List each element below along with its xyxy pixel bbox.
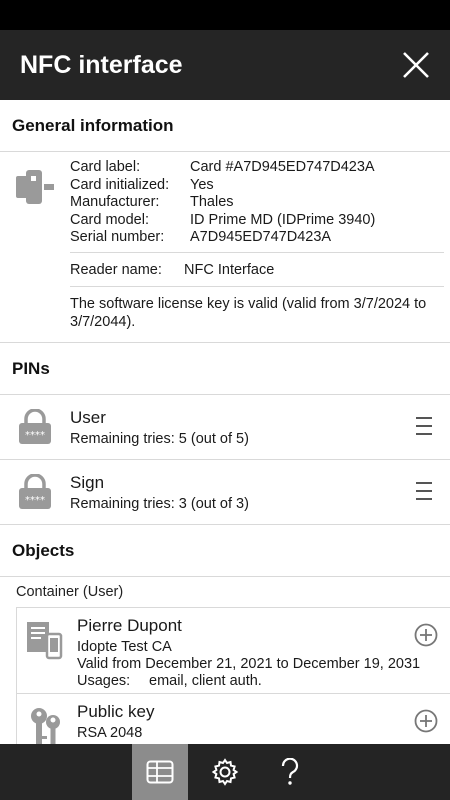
divider [70, 252, 444, 253]
info-value: ID Prime MD (IDPrime 3940) [190, 211, 376, 228]
section-title-pins: PINs [0, 343, 450, 395]
pin-name: Sign [70, 473, 105, 492]
pin-tries: Remaining tries: 3 (out of 3) [70, 496, 249, 512]
usages-key: Usages: [77, 673, 131, 689]
info-row: Serial number: A7D945ED747D423A [70, 229, 375, 247]
info-key: Card model: [70, 211, 149, 228]
object-item-certificate[interactable]: Pierre Dupont Idopte Test CA Valid from … [16, 607, 450, 694]
app-bar: NFC interface [0, 30, 450, 100]
card-reader-icon [16, 170, 54, 204]
svg-text:****: **** [25, 430, 45, 441]
object-name: Public key [77, 702, 155, 721]
general-info-panel: Card label: Card #A7D945ED747D423A Card … [0, 152, 450, 343]
reader-key: Reader name: [70, 262, 162, 278]
object-name: Pierre Dupont [77, 616, 182, 635]
object-issuer: Idopte Test CA [77, 639, 172, 655]
menu-icon[interactable] [416, 417, 434, 437]
nav-help-button[interactable] [262, 744, 318, 800]
lock-icon: **** [19, 474, 51, 509]
certificate-icon [27, 622, 63, 660]
reader-value: NFC Interface [184, 262, 275, 278]
bottom-navigation [0, 744, 450, 800]
object-validity: Valid from December 21, 2021 to December… [77, 656, 421, 672]
lock-icon: **** [19, 409, 51, 444]
info-value: Card #A7D945ED747D423A [190, 159, 375, 175]
info-value: A7D945ED747D423A [190, 229, 332, 245]
nav-settings-button[interactable] [197, 744, 253, 800]
reader-row: Reader name: NFC Interface [70, 262, 274, 278]
section-title-objects: Objects [0, 525, 450, 577]
info-key: Card label: [70, 159, 141, 175]
info-key: Manufacturer: [70, 194, 160, 210]
page-title: NFC interface [20, 51, 183, 79]
info-row: Manufacturer: Thales [70, 194, 375, 212]
object-key-type: RSA 2048 [77, 725, 143, 741]
object-list: Pierre Dupont Idopte Test CA Valid from … [16, 607, 450, 744]
object-usages: Usages: email, client auth. [77, 673, 262, 689]
svg-text:****: **** [25, 495, 45, 506]
main-content[interactable]: General information Card label: Card #A7… [0, 100, 450, 744]
info-row: Card label: Card #A7D945ED747D423A [70, 159, 375, 177]
section-title-general: General information [0, 100, 450, 152]
usages-value: email, client auth. [149, 673, 262, 689]
info-value: Thales [190, 194, 234, 210]
card-info-table: Card label: Card #A7D945ED747D423A Card … [70, 159, 375, 247]
pin-item-user[interactable]: **** User Remaining tries: 5 (out of 5) [0, 395, 450, 460]
divider [70, 286, 444, 287]
license-text: The software license key is valid (valid… [70, 296, 427, 330]
card-icon [146, 760, 174, 784]
container-label: Container (User) [16, 584, 124, 600]
status-bar [0, 0, 450, 30]
pin-item-sign[interactable]: **** Sign Remaining tries: 3 (out of 3) [0, 460, 450, 525]
pin-tries: Remaining tries: 5 (out of 5) [70, 431, 249, 447]
add-circle-icon[interactable] [414, 623, 438, 647]
info-row: Card model: ID Prime MD (IDPrime 3940) [70, 212, 375, 230]
close-icon[interactable] [402, 51, 430, 79]
keys-icon [31, 708, 60, 744]
info-row: Card initialized: Yes [70, 177, 375, 195]
menu-icon[interactable] [416, 482, 434, 502]
info-key: Serial number: [70, 229, 165, 245]
add-circle-icon[interactable] [414, 709, 438, 733]
object-item-public-key[interactable]: Public key RSA 2048 [16, 694, 450, 744]
nav-card-button[interactable] [132, 744, 188, 800]
info-value: Yes [190, 176, 214, 193]
help-icon [281, 758, 299, 785]
gear-icon [211, 758, 239, 786]
info-key: Card initialized: [70, 176, 170, 193]
pin-name: User [70, 408, 106, 427]
